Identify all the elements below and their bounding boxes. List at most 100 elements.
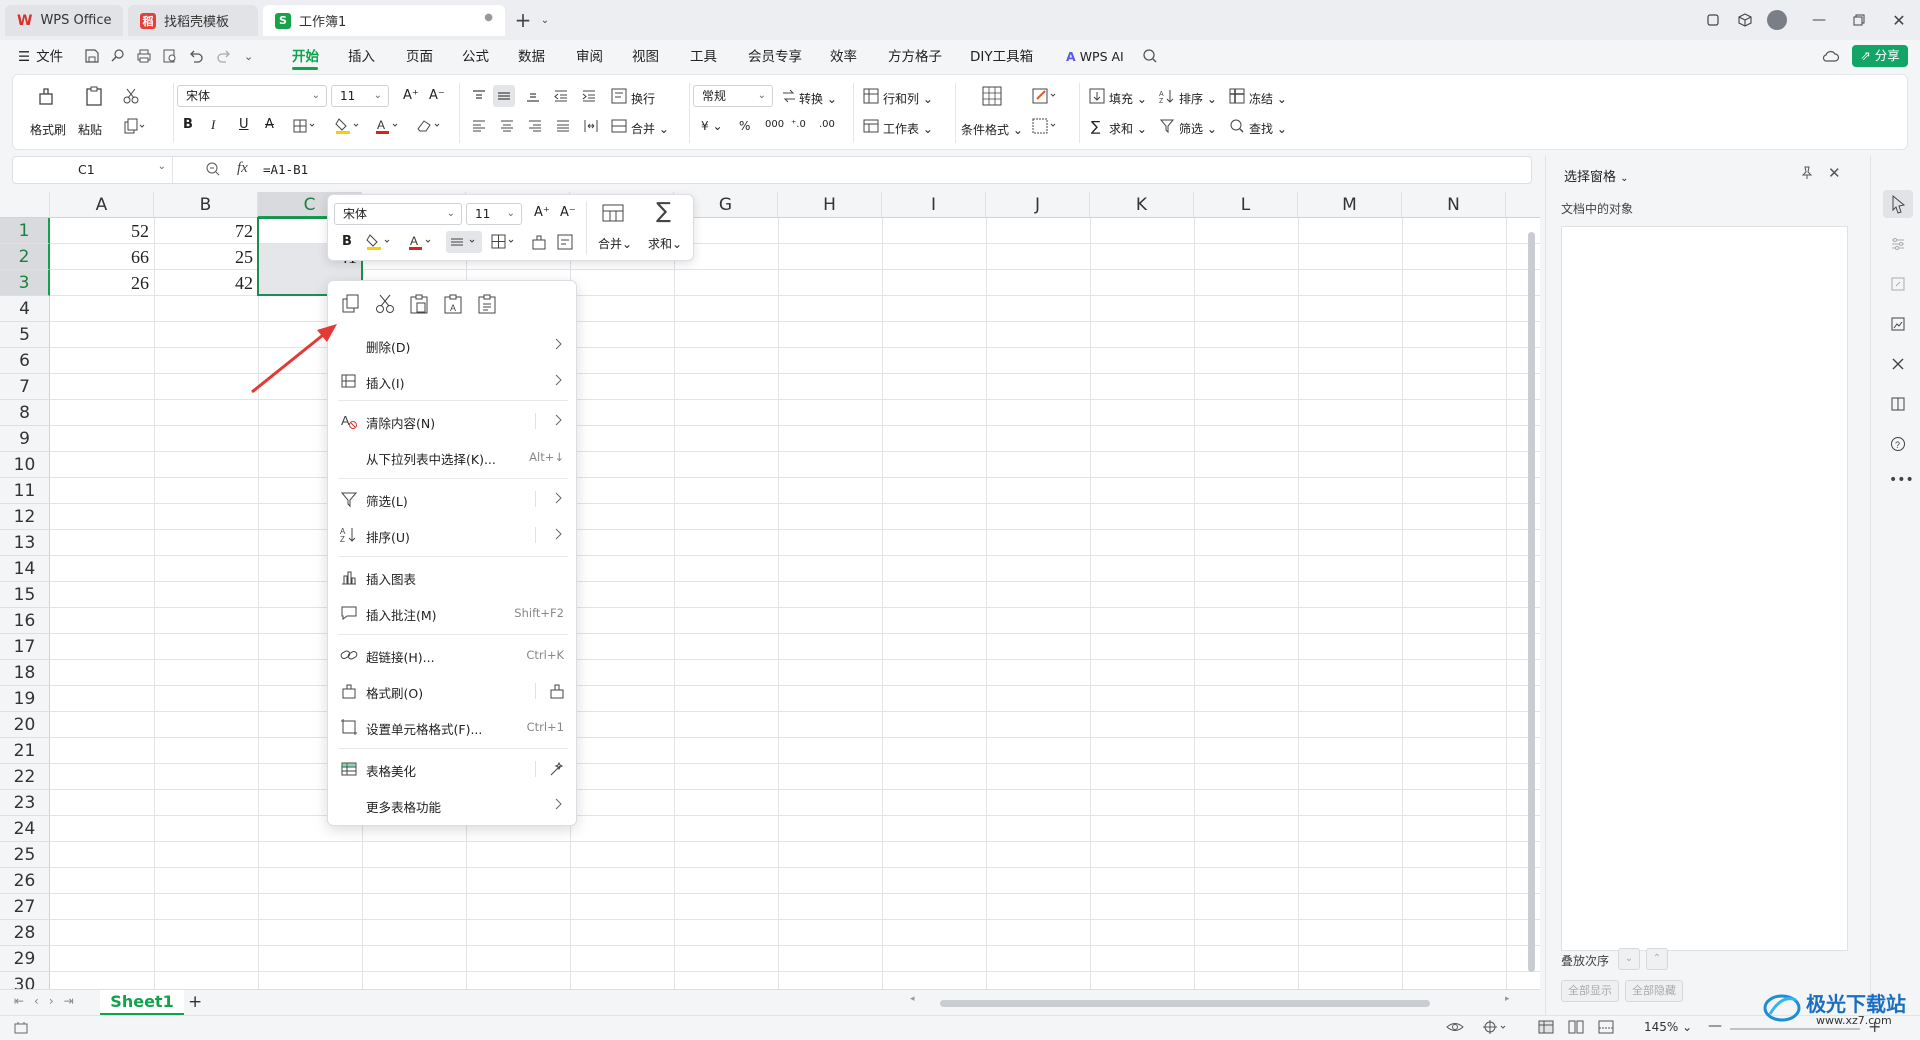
align-left-icon[interactable] [471,119,487,133]
column-header-l[interactable]: L [1194,192,1298,218]
mini-merge-icon[interactable] [602,203,624,223]
convert-label[interactable]: 转换 ⌄ [799,90,837,107]
restore-icon[interactable] [1846,8,1872,32]
row-header-3[interactable]: 3 [0,270,50,296]
format-painter-icon[interactable] [35,85,57,107]
clear-format-icon[interactable] [415,117,443,135]
fx-icon[interactable]: fx [237,160,248,177]
mini-fill-color-icon[interactable] [366,233,392,251]
column-header-a[interactable]: A [50,192,154,218]
menu-item-insert[interactable]: 插入(I) [328,365,578,397]
indent-decrease-icon[interactable] [553,89,569,103]
normal-view-icon[interactable] [1538,1019,1554,1035]
vertical-scrollbar[interactable] [1528,232,1535,972]
avatar[interactable] [1764,8,1790,32]
row-header-27[interactable]: 27 [0,894,50,920]
mini-sum-label[interactable]: 求和⌄ [648,235,682,252]
sort-label[interactable]: 排序 ⌄ [1179,90,1217,107]
row-header-1[interactable]: 1 [0,218,50,244]
tab-list-chevron-icon[interactable]: ⌄ [532,8,558,32]
minimize-icon[interactable]: — [1806,8,1832,32]
menu-item-insert-comment[interactable]: 插入批注(M) Shift+F2 [328,597,578,629]
row-col-label[interactable]: 行和列 ⌄ [883,90,933,107]
close-pane-icon[interactable]: ✕ [1828,164,1841,182]
align-right-icon[interactable] [527,119,543,133]
row-header-8[interactable]: 8 [0,400,50,426]
mini-font-name-select[interactable]: 宋体 ⌄ [334,203,462,225]
move-down-button[interactable]: ⌄ [1618,948,1640,970]
menu-item-format-cells[interactable]: 设置单元格格式(F)... Ctrl+1 [328,711,578,743]
menu-item-delete[interactable]: 删除(D) [328,329,578,361]
row-header-24[interactable]: 24 [0,816,50,842]
row-header-26[interactable]: 26 [0,868,50,894]
row-header-16[interactable]: 16 [0,608,50,634]
copy-icon[interactable] [340,293,362,315]
worksheet-icon[interactable] [863,118,879,134]
print-icon[interactable] [136,48,154,66]
mini-border-icon[interactable] [490,233,518,251]
decrease-decimal-icon[interactable]: .00 [819,119,835,130]
objects-list[interactable] [1561,226,1848,951]
menu-tab-start[interactable]: 开始 [292,46,319,68]
filter-icon[interactable] [1159,118,1175,134]
row-header-19[interactable]: 19 [0,686,50,712]
cloud-icon[interactable] [1822,48,1840,66]
menu-tab-view[interactable]: 视图 [632,46,659,68]
font-color-icon[interactable]: A [375,117,401,135]
column-header-b[interactable]: B [154,192,258,218]
row-header-6[interactable]: 6 [0,348,50,374]
menu-item-pick-from-list[interactable]: 从下拉列表中选择(K)... Alt+↓ [328,441,578,473]
column-header-h[interactable]: H [778,192,882,218]
row-header-14[interactable]: 14 [0,556,50,582]
row-header-13[interactable]: 13 [0,530,50,556]
image-icon[interactable] [1890,316,1906,332]
row-header-11[interactable]: 11 [0,478,50,504]
bold-icon[interactable]: B [183,117,193,132]
column-header-j[interactable]: J [986,192,1090,218]
unsaved-dot-icon[interactable]: ● [484,12,493,23]
cut-icon[interactable] [122,87,140,105]
zoom-out-icon[interactable]: — [1708,1018,1722,1034]
conditional-format-label[interactable]: 条件格式 ⌄ [961,121,1023,138]
mini-cell-format-icon[interactable] [556,233,574,251]
menu-item-table-beautify[interactable]: 表格美化 [328,753,578,785]
convert-icon[interactable] [781,89,797,103]
macro-icon[interactable] [14,1021,28,1035]
menu-item-insert-chart[interactable]: 插入图表 [328,561,578,593]
fill-color-icon[interactable] [335,117,361,135]
thousands-icon[interactable]: 000 [765,119,784,130]
tab-docer[interactable]: 稻 找稻壳模板 [128,5,258,36]
menu-tab-page[interactable]: 页面 [406,46,433,68]
menu-tab-efficiency[interactable]: 效率 [830,46,857,68]
align-middle-button[interactable] [493,85,515,107]
cell-b3[interactable]: 42 [154,270,258,296]
row-header-21[interactable]: 21 [0,738,50,764]
wrap-text-label[interactable]: 换行 [631,90,655,107]
cell-a3[interactable]: 26 [50,270,154,296]
column-header-k[interactable]: K [1090,192,1194,218]
menu-item-sort[interactable]: AZ 排序(U) [328,519,578,551]
page-break-view-icon[interactable] [1598,1019,1614,1035]
paste-special-icon[interactable] [476,293,498,315]
tab-wps-office[interactable]: W WPS Office [5,5,123,36]
zoom-formula-icon[interactable] [205,161,221,177]
find-label[interactable]: 查找 ⌄ [1249,120,1287,137]
row-header-5[interactable]: 5 [0,322,50,348]
row-header-10[interactable]: 10 [0,452,50,478]
window-layout-icon[interactable] [1700,8,1726,32]
wrap-text-icon[interactable] [611,88,627,104]
help-icon[interactable]: ? [1890,436,1906,452]
justify-icon[interactable] [555,119,571,133]
distributed-align-icon[interactable] [583,118,599,134]
spreadsheet-grid[interactable]: ABCDEFGHIJKLMN12345678910111213141516171… [0,192,1540,989]
align-bottom-icon[interactable] [525,89,541,103]
column-header-i[interactable]: I [882,192,986,218]
sort-icon[interactable]: AZ [1159,88,1175,104]
show-all-button[interactable]: 全部显示 [1561,980,1619,1002]
row-header-2[interactable]: 2 [0,244,50,270]
menu-tab-review[interactable]: 审阅 [576,46,603,68]
format-painter-lock-icon[interactable] [548,682,566,700]
italic-icon[interactable]: I [211,117,215,133]
mini-font-size-select[interactable]: 11 ⌄ [466,203,522,225]
share-button[interactable]: ⇗ 分享 [1852,45,1908,67]
